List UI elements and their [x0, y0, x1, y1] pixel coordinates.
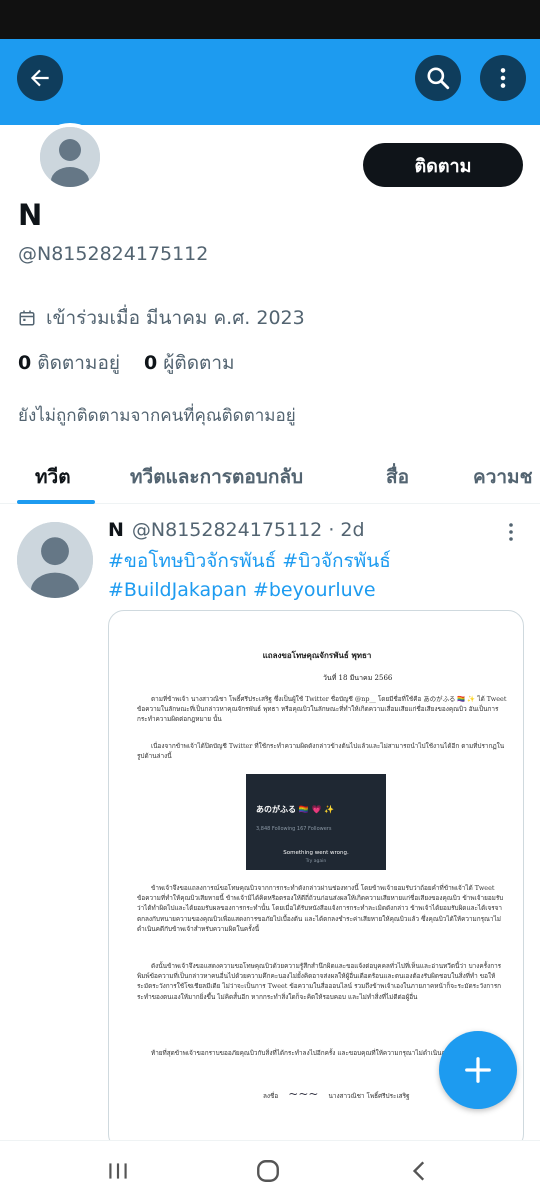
doc-paragraph: ข้าพเจ้าจึงขอแถลงการณ์ขอโทษคุณบิวจากการก…: [137, 884, 504, 933]
calendar-icon: [19, 310, 35, 326]
profile-avatar[interactable]: [36, 123, 104, 191]
profile-tabs: ทวีต ทวีตและการตอบกลับ สื่อ ความช: [0, 450, 540, 504]
plus-icon: [465, 1057, 491, 1083]
tweet-avatar[interactable]: [17, 522, 93, 598]
following-label: ติดตามอยู่: [37, 352, 120, 374]
handwritten-signature: ~~~: [288, 1087, 319, 1101]
not-followed-note: ยังไม่ถูกติดตามจากคนที่คุณติดตามอยู่: [18, 406, 296, 426]
arrow-left-icon: [30, 69, 49, 87]
following-link[interactable]: 0 ติดตามอยู่: [18, 348, 120, 378]
tweet-separator: ·: [328, 519, 335, 541]
tab-tweets[interactable]: ทวีต: [35, 462, 71, 492]
doc-date: วันที่ 18 มีนาคม 2566: [323, 674, 393, 682]
active-tab-indicator: [17, 500, 95, 504]
deleted-account-screenshot: あのがふる 🏳️‍🌈 💗 ✨ 3,848 Following 167 Follo…: [246, 774, 386, 870]
more-vertical-icon[interactable]: [506, 521, 516, 543]
doc-signature-line: ลงชื่อ ~~~ นางสาวณิชา โพธิ์ศรีประเสริฐ: [263, 1087, 410, 1101]
doc-paragraph: ดังนั้นข้าพเจ้าจึงขอแสดงความขอโทษคุณบิวด…: [137, 962, 502, 1001]
tweet-header: N @N8152824175112 · 2d: [108, 519, 365, 541]
more-vertical-icon: [500, 68, 506, 88]
followers-count: 0: [144, 352, 158, 374]
system-navigation-bar: [0, 1140, 540, 1200]
profile-handle: @N8152824175112: [18, 243, 209, 265]
profile-header-banner: [0, 39, 540, 125]
tweet-time[interactable]: 2d: [340, 519, 364, 541]
hashtag-link[interactable]: #BuildJakapan: [108, 579, 247, 601]
hashtag-link[interactable]: #บิวจักรพันธ์: [282, 550, 391, 572]
screenshot-error-text: Something went wrong.: [283, 850, 349, 856]
system-back-button[interactable]: [400, 1155, 440, 1187]
followers-label: ผู้ติดตาม: [163, 352, 235, 374]
status-bar: [0, 0, 540, 39]
profile-display-name: N: [18, 198, 43, 232]
recent-apps-icon: [109, 1163, 127, 1179]
default-avatar-icon: [40, 127, 100, 187]
hashtag-link[interactable]: #ขอโทษบิวจักรพันธ์: [108, 550, 276, 572]
sign-label: ลงชื่อ: [263, 1092, 279, 1100]
chevron-left-icon: [412, 1161, 425, 1181]
screenshot-retry-text: Try again: [305, 859, 327, 864]
search-button[interactable]: [415, 55, 461, 101]
tab-media[interactable]: สื่อ: [386, 462, 409, 492]
doc-title: แถลงขอโทษคุณจักรพันธ์ พุทธา: [262, 650, 372, 660]
tab-likes[interactable]: ความช: [473, 462, 532, 492]
follow-button[interactable]: ติดตาม: [363, 143, 523, 187]
recent-apps-button[interactable]: [98, 1155, 138, 1187]
follow-stats: 0 ติดตามอยู่ 0 ผู้ติดตาม: [18, 348, 235, 378]
home-circle-icon: [257, 1160, 279, 1182]
hashtag-link[interactable]: #beyourluve: [253, 579, 376, 601]
signer-name: นางสาวณิชา โพธิ์ศรีประเสริฐ: [328, 1092, 410, 1100]
search-icon: [427, 67, 450, 90]
tweet-author-handle[interactable]: @N8152824175112: [132, 519, 322, 541]
tab-tweets-replies[interactable]: ทวีตและการตอบกลับ: [130, 462, 303, 492]
default-avatar-icon: [17, 522, 93, 598]
tweet-hashtags: #ขอโทษบิวจักรพันธ์ #บิวจักรพันธ์ #BuildJa…: [108, 547, 518, 605]
joined-date: เข้าร่วมเมื่อ มีนาคม ค.ศ. 2023: [18, 303, 305, 333]
more-options-button[interactable]: [480, 55, 526, 101]
compose-tweet-button[interactable]: [439, 1031, 517, 1109]
home-button[interactable]: [248, 1155, 288, 1187]
tweet-author-name[interactable]: N: [108, 519, 124, 541]
following-count: 0: [18, 352, 32, 374]
doc-paragraph: เนื่องจากข้าพเจ้าได้ปิดบัญชี Twitter ที่…: [137, 742, 505, 761]
screenshot-account-stats: 3,848 Following 167 Followers: [256, 826, 332, 832]
joined-text: เข้าร่วมเมื่อ มีนาคม ค.ศ. 2023: [46, 307, 305, 329]
back-button[interactable]: [17, 55, 63, 101]
followers-link[interactable]: 0 ผู้ติดตาม: [144, 348, 235, 378]
doc-paragraph: ตามที่ข้าพเจ้า นางสาวณิชา โพธิ์ศรีประเสร…: [137, 695, 507, 724]
screenshot-account-name: あのがふる 🏳️‍🌈 💗 ✨: [256, 805, 335, 814]
